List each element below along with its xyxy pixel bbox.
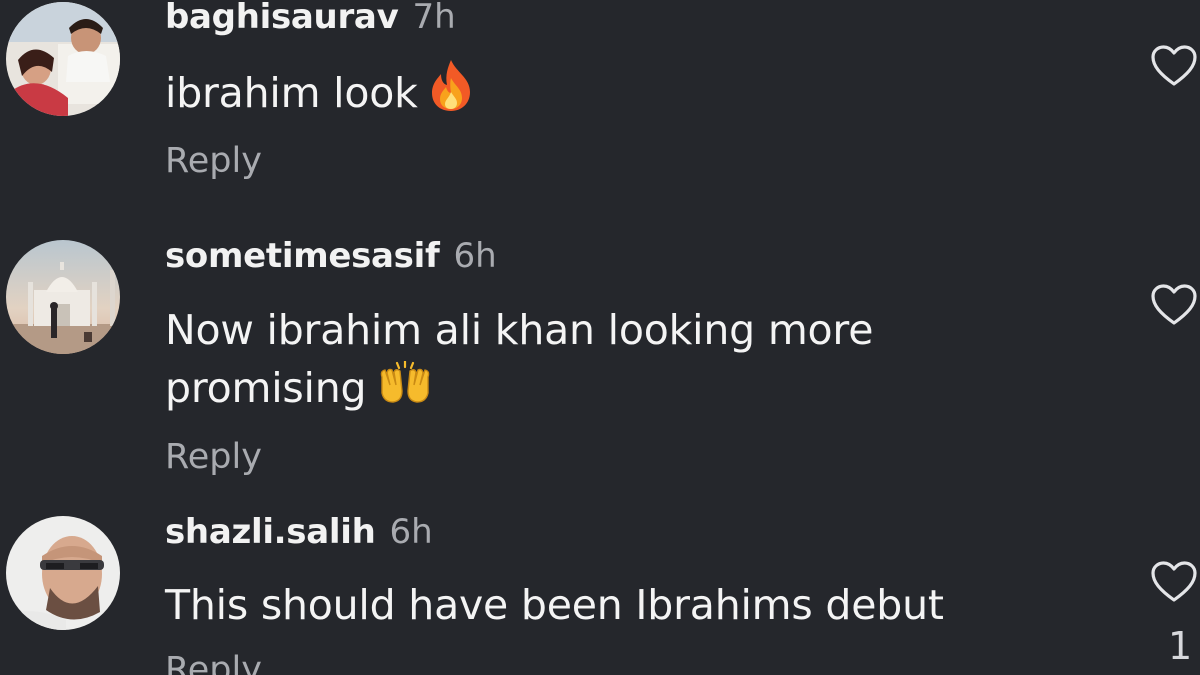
avatar[interactable] xyxy=(6,2,120,116)
like-heart-icon[interactable] xyxy=(1150,560,1198,604)
comment-text: Now ibrahim ali khan looking more promis… xyxy=(165,301,873,420)
reply-button[interactable]: Reply xyxy=(165,437,262,477)
like-heart-icon[interactable] xyxy=(1150,283,1198,327)
comment-text-content: promising xyxy=(165,364,367,412)
comment-text-line: Now ibrahim ali khan looking more xyxy=(165,306,874,354)
reply-button[interactable]: Reply xyxy=(165,650,262,675)
avatar[interactable] xyxy=(6,516,120,630)
comment-time: 6h xyxy=(453,236,497,276)
comments-panel: baghisaurav 7h ibrahim look Reply someti… xyxy=(0,0,1200,675)
comment-text: ibrahim look xyxy=(165,59,474,127)
comment-time: 7h xyxy=(412,0,456,37)
comment-text-content: This should have been Ibrahims debut xyxy=(165,581,944,629)
like-count: 1 xyxy=(1168,624,1193,668)
raising-hands-emoji xyxy=(376,359,434,420)
username[interactable]: baghisaurav xyxy=(165,0,399,37)
comment-time: 6h xyxy=(389,512,433,552)
fire-emoji xyxy=(428,59,474,127)
comment-text-content: ibrahim look xyxy=(165,69,418,117)
comment-text: This should have been Ibrahims debut xyxy=(165,576,944,634)
reply-button[interactable]: Reply xyxy=(165,141,262,181)
username[interactable]: sometimesasif xyxy=(165,236,440,276)
username[interactable]: shazli.salih xyxy=(165,512,376,552)
comment-text-line-2: promising xyxy=(165,359,873,420)
avatar[interactable] xyxy=(6,240,120,354)
like-heart-icon[interactable] xyxy=(1150,44,1198,88)
